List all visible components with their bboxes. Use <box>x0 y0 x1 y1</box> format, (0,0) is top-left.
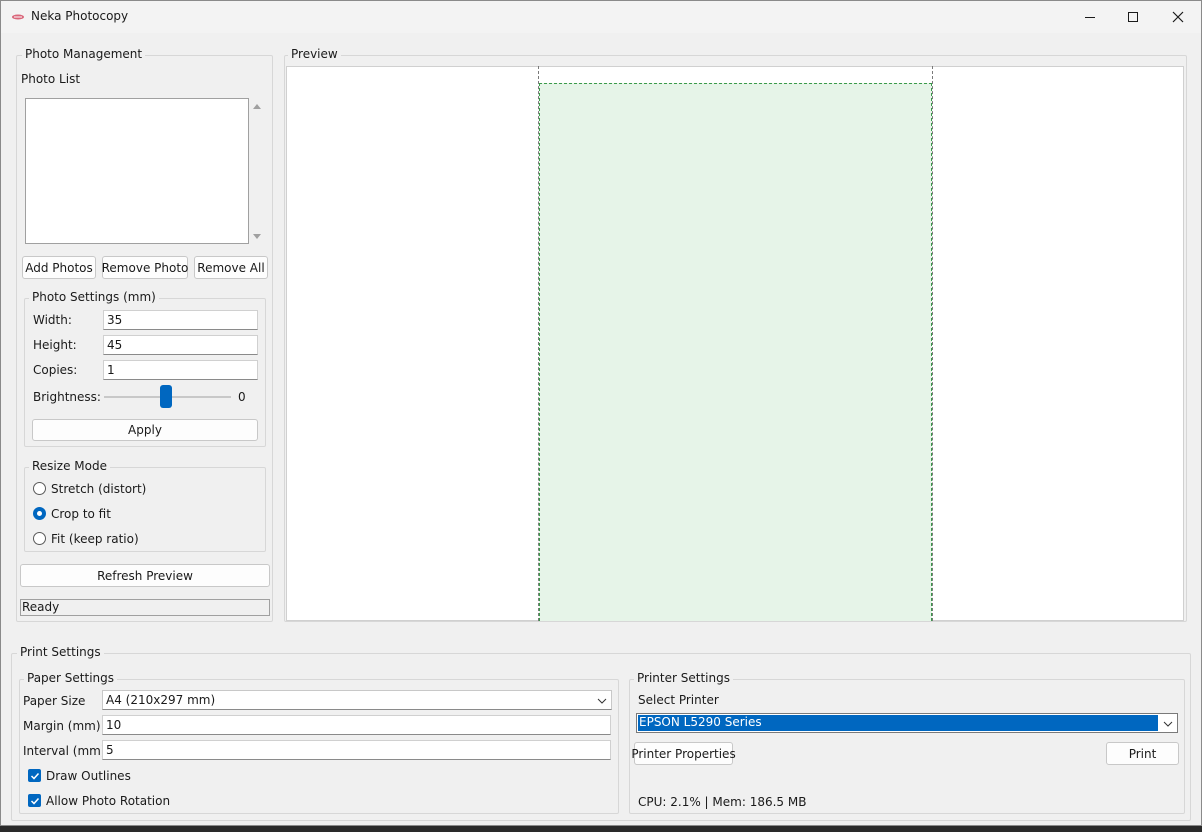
print-settings-title: Print Settings <box>17 645 104 659</box>
paper-size-value: A4 (210x297 mm) <box>106 693 216 707</box>
title-bar: Neka Photocopy <box>1 1 1201 33</box>
apply-button[interactable]: Apply <box>32 419 258 441</box>
checkmark-icon <box>30 772 39 780</box>
minimize-button[interactable] <box>1067 1 1113 33</box>
copies-label: Copies: <box>33 363 78 377</box>
photo-settings-title: Photo Settings (mm) <box>29 290 159 304</box>
chevron-down-icon <box>597 698 607 704</box>
allow-rotation-checkbox[interactable] <box>28 794 41 807</box>
paper-settings-title: Paper Settings <box>24 671 118 685</box>
select-printer-label: Select Printer <box>638 693 719 707</box>
paper-size-select[interactable]: A4 (210x297 mm) <box>102 690 612 710</box>
printer-properties-button[interactable]: Printer Properties <box>631 742 736 765</box>
radio-stretch[interactable] <box>33 482 46 495</box>
allow-rotation-label[interactable]: Allow Photo Rotation <box>46 794 170 808</box>
app-logo-icon <box>12 14 24 20</box>
photo-management-title: Photo Management <box>22 47 146 61</box>
margin-label: Margin (mm) <box>23 719 101 733</box>
maximize-button[interactable] <box>1110 1 1156 33</box>
resize-mode-title: Resize Mode <box>29 459 110 473</box>
interval-label: Interval (mm) <box>23 744 106 758</box>
width-input[interactable]: 35 <box>103 310 258 330</box>
photo-list-label: Photo List <box>21 72 81 86</box>
checkmark-icon <box>30 797 39 805</box>
printer-select-value: EPSON L5290 Series <box>637 714 1159 732</box>
interval-input[interactable]: 5 <box>102 740 611 760</box>
height-label: Height: <box>33 338 77 352</box>
brightness-label: Brightness: <box>33 390 101 404</box>
refresh-preview-button[interactable]: Refresh Preview <box>20 564 270 587</box>
margin-input[interactable]: 10 <box>102 715 611 735</box>
chevron-down-icon <box>1163 721 1173 727</box>
desktop-taskbar-edge <box>0 826 1202 832</box>
remove-all-button[interactable]: Remove All <box>194 256 268 279</box>
minimize-icon <box>1085 17 1095 18</box>
app-window: Neka Photocopy Photo Management Photo Li… <box>0 0 1202 826</box>
photo-list[interactable] <box>25 98 249 244</box>
close-icon <box>1172 11 1184 23</box>
print-button[interactable]: Print <box>1106 742 1179 765</box>
status-bar: Ready <box>20 599 270 616</box>
printer-settings-title: Printer Settings <box>634 671 733 685</box>
draw-outlines-checkbox[interactable] <box>28 769 41 782</box>
close-button[interactable] <box>1155 1 1201 33</box>
height-input[interactable]: 45 <box>103 335 258 355</box>
radio-fit[interactable] <box>33 532 46 545</box>
draw-outlines-label[interactable]: Draw Outlines <box>46 769 131 783</box>
brightness-value: 0 <box>238 390 246 404</box>
scroll-up-icon[interactable] <box>252 102 262 112</box>
brightness-slider-thumb[interactable] <box>160 385 172 408</box>
maximize-icon <box>1128 12 1138 22</box>
radio-stretch-label[interactable]: Stretch (distort) <box>51 482 146 496</box>
radio-fit-label[interactable]: Fit (keep ratio) <box>51 532 139 546</box>
copies-input[interactable]: 1 <box>103 360 258 380</box>
width-label: Width: <box>33 313 72 327</box>
scroll-down-icon[interactable] <box>252 231 262 241</box>
remove-photo-button[interactable]: Remove Photo <box>102 256 188 279</box>
radio-crop-label[interactable]: Crop to fit <box>51 507 111 521</box>
system-info: CPU: 2.1% | Mem: 186.5 MB <box>638 795 807 809</box>
preview-photo-slot <box>539 83 932 621</box>
add-photos-button[interactable]: Add Photos <box>22 256 96 279</box>
printer-select[interactable]: EPSON L5290 Series <box>636 713 1178 733</box>
paper-size-label: Paper Size <box>23 694 86 708</box>
radio-crop[interactable] <box>33 507 46 520</box>
preview-title: Preview <box>288 47 341 61</box>
window-title: Neka Photocopy <box>31 9 129 23</box>
